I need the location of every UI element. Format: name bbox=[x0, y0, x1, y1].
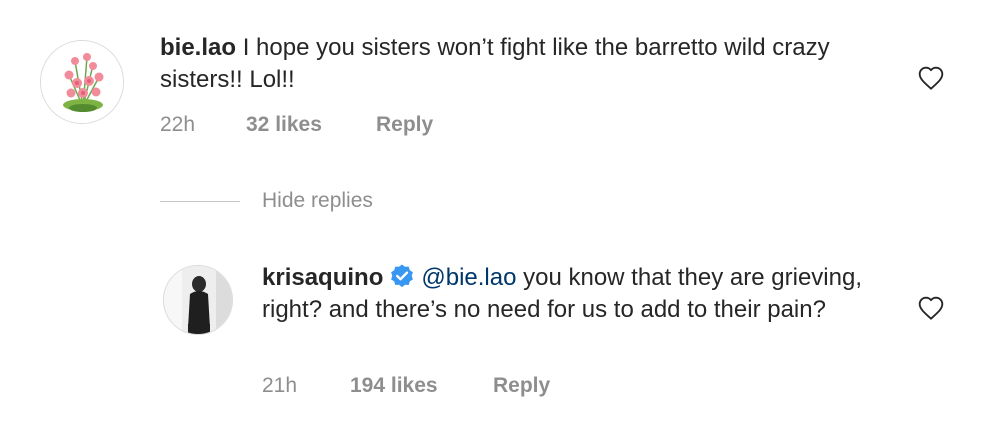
comment-time[interactable]: 22h bbox=[160, 113, 246, 137]
comment-text: bie.lao I hope you sisters won’t fight l… bbox=[160, 32, 860, 96]
comment-meta: 22h 32 likes Reply bbox=[160, 113, 433, 137]
like-heart-icon[interactable] bbox=[917, 294, 945, 322]
reply-text: krisaquino @bie.lao you know that they a… bbox=[262, 262, 872, 326]
avatar[interactable] bbox=[40, 40, 124, 124]
reply-time[interactable]: 21h bbox=[262, 374, 350, 398]
reply-button[interactable]: Reply bbox=[376, 113, 433, 137]
avatar[interactable] bbox=[163, 265, 233, 335]
mention-link[interactable]: @bie.lao bbox=[421, 264, 516, 291]
reply-likes[interactable]: 194 likes bbox=[350, 374, 493, 398]
reply-username[interactable]: krisaquino bbox=[262, 264, 383, 291]
comment-body: I hope you sisters won’t fight like the … bbox=[160, 34, 830, 93]
comment-likes[interactable]: 32 likes bbox=[246, 113, 376, 137]
profile-photo-image bbox=[164, 266, 232, 334]
verified-badge-icon bbox=[391, 264, 414, 288]
hide-replies-toggle[interactable]: Hide replies bbox=[160, 188, 373, 214]
hide-replies-label[interactable]: Hide replies bbox=[262, 189, 373, 213]
comment-username[interactable]: bie.lao bbox=[160, 34, 236, 61]
like-heart-icon[interactable] bbox=[917, 64, 945, 92]
divider-line bbox=[160, 200, 240, 202]
reply-meta: 21h 194 likes Reply bbox=[262, 374, 550, 398]
flower-arrangement-image bbox=[41, 41, 123, 123]
reply-button[interactable]: Reply bbox=[493, 374, 550, 398]
